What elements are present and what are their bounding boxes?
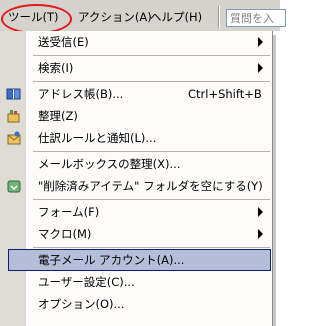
menubar-separator [218, 6, 220, 28]
menu-separator [33, 151, 270, 152]
menu-item-label: 検索(I) [38, 61, 74, 75]
menu-item-macro[interactable]: マクロ(M) [0, 223, 272, 245]
menu-item-rules-alerts[interactable]: 仕訳ルールと通知(L)... [0, 127, 272, 149]
menu-item-label: 整理(Z) [38, 109, 78, 123]
submenu-arrow-icon [258, 63, 263, 73]
submenu-arrow-icon [258, 207, 263, 217]
menu-item-organize[interactable]: 整理(Z) [0, 105, 272, 127]
menu-item-label: メールボックスの整理(X)... [38, 157, 181, 171]
menu-item-send-receive[interactable]: 送受信(E) [0, 31, 272, 53]
address-book-icon [6, 88, 21, 100]
menu-item-shortcut: Ctrl+Shift+B [188, 87, 262, 101]
menu-item-options[interactable]: オプション(O)... [0, 293, 272, 315]
menu-item-label: 仕訳ルールと通知(L)... [38, 131, 157, 145]
menu-item-email-accounts[interactable]: 電子メール アカウント(A)... [0, 249, 272, 271]
menu-item-address-book[interactable]: アドレス帳(B)... Ctrl+Shift+B [0, 83, 272, 105]
menu-separator [33, 199, 270, 200]
menu-item-forms[interactable]: フォーム(F) [0, 201, 272, 223]
menu-item-label: 送受信(E) [38, 35, 89, 49]
trash-icon [7, 180, 21, 193]
menu-item-label: アドレス帳(B)... [38, 87, 124, 101]
menu-item-search[interactable]: 検索(I) [0, 57, 272, 79]
organize-icon [7, 110, 20, 123]
menu-item-customize[interactable]: ユーザー設定(C)... [0, 271, 272, 293]
menu-separator [33, 55, 270, 56]
tools-menu: 送受信(E) 検索(I) アドレス帳(B)... Ctrl+Shift+B 整理… [0, 31, 272, 326]
menu-item-empty-deleted[interactable]: "削除済みアイテム" フォルダを空にする(Y) [0, 175, 272, 197]
menu-shadow [273, 35, 276, 326]
question-input[interactable]: 質問を入 [226, 9, 286, 27]
menu-item-label: "削除済みアイテム" フォルダを空にする(Y) [38, 179, 263, 193]
submenu-arrow-icon [258, 229, 263, 239]
menu-item-label: オプション(O)... [38, 297, 125, 311]
menu-separator [33, 81, 270, 82]
menu-bar: ツール(T) アクション(A) ヘルプ(H) 質問を入 [0, 0, 286, 31]
menu-item-label: 電子メール アカウント(A)... [38, 253, 185, 267]
menu-tools[interactable]: ツール(T) [8, 8, 59, 26]
submenu-arrow-icon [258, 37, 263, 47]
menu-separator [33, 247, 270, 248]
menu-item-mailbox-cleanup[interactable]: メールボックスの整理(X)... [0, 153, 272, 175]
menu-action[interactable]: アクション(A) [78, 8, 152, 26]
rules-alerts-icon [7, 131, 21, 145]
menu-item-label: フォーム(F) [38, 205, 100, 219]
menu-item-label: ユーザー設定(C)... [38, 275, 135, 289]
menu-item-label: マクロ(M) [38, 227, 92, 241]
menu-help[interactable]: ヘルプ(H) [150, 8, 202, 26]
